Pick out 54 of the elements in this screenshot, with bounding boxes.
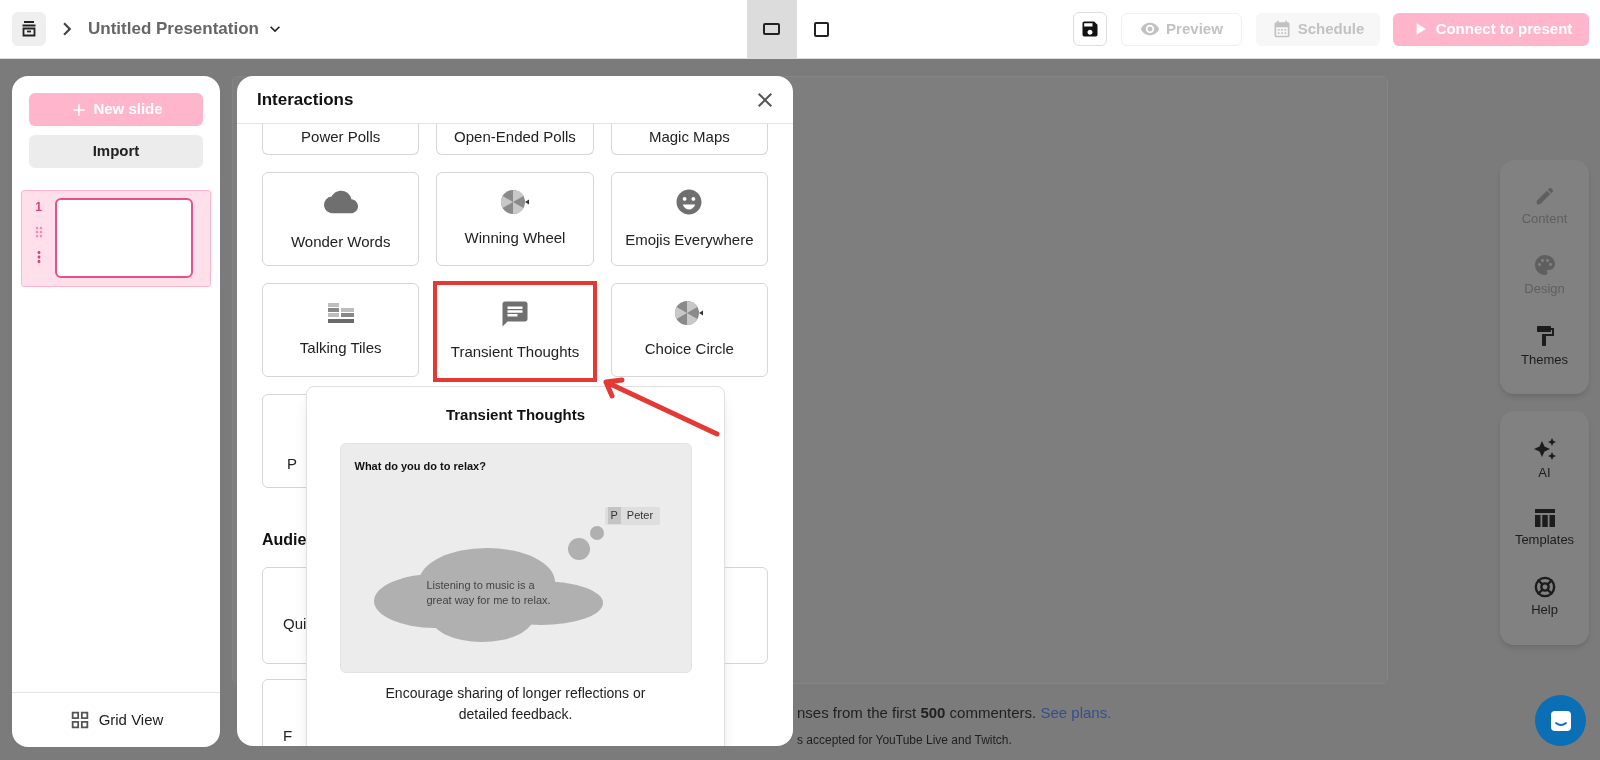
side-toolbar-item[interactable]: AI — [1500, 436, 1589, 483]
author-name: Peter — [626, 508, 655, 524]
interaction-card[interactable]: Talking Tiles — [262, 283, 420, 377]
import-button[interactable]: Import — [29, 135, 203, 168]
card-label: Talking Tiles — [299, 337, 382, 358]
card-label: Transient Thoughts — [450, 342, 580, 363]
chat-launcher[interactable] — [1535, 695, 1586, 746]
sparkles-icon — [1532, 436, 1557, 461]
interaction-card[interactable]: Choice Circle — [610, 283, 768, 377]
card-label: Choice Circle — [644, 338, 734, 359]
side-toolbar-item[interactable]: Help — [1500, 575, 1589, 620]
tiles-icon — [326, 300, 355, 325]
wheel-icon — [500, 188, 530, 215]
response-text: Listening to music is a great way for me to relax. — [426, 577, 552, 608]
interaction-card[interactable]: Open-Ended Polls — [436, 124, 594, 155]
interaction-card[interactable]: Power Polls — [262, 124, 420, 155]
interaction-card[interactable]: Wonder Words — [262, 172, 420, 266]
interaction-card[interactable]: Emojis Everywhere — [610, 172, 768, 266]
save-button[interactable] — [1072, 12, 1107, 46]
platform-notice: s accepted for YouTube Live and Twitch. — [797, 731, 1013, 749]
card-label: Emojis Everywhere — [625, 229, 754, 250]
home-button[interactable] — [12, 12, 46, 46]
card-label: P — [287, 454, 297, 474]
side-toolbar-item[interactable]: Templates — [1500, 508, 1589, 550]
slide-number: 1 — [35, 199, 42, 216]
archive-icon — [20, 20, 38, 38]
presentation-title[interactable]: Untitled Presentation — [88, 16, 285, 42]
interaction-card[interactable]: Magic Maps — [610, 124, 768, 155]
card-label: Magic Maps — [648, 127, 730, 147]
wheel-icon — [674, 299, 705, 326]
templates-icon — [1533, 508, 1556, 529]
view-mode-toggle[interactable] — [746, 0, 797, 58]
preview-question: What do you do to relax? — [354, 458, 486, 474]
interaction-card[interactable]: Winning Wheel — [436, 172, 594, 266]
section-heading: Audie — [262, 531, 307, 548]
interaction-card[interactable]: Transient Thoughts — [433, 281, 597, 382]
slide-item[interactable]: 1 — [21, 190, 211, 287]
side-toolbar-item[interactable]: Themes — [1500, 323, 1589, 370]
grid-view-button[interactable]: Grid View — [68, 708, 164, 732]
card-label: F — [283, 726, 293, 746]
preview-title: Transient Thoughts — [445, 405, 586, 425]
card-label: Qui — [283, 614, 307, 634]
dialog-title: Interactions — [257, 88, 354, 111]
card-label: Winning Wheel — [464, 227, 566, 248]
card-label: Power Polls — [301, 127, 381, 147]
chat-icon — [1549, 709, 1572, 732]
slide-thumbnail[interactable] — [55, 198, 193, 278]
author-initial: P — [607, 507, 621, 524]
help-icon — [1533, 575, 1556, 598]
response-limit-notice: nses from the first 500 commenters. See plans. — [797, 703, 1113, 723]
card-label: Open-Ended Polls — [454, 127, 576, 147]
palette-icon — [1532, 253, 1557, 278]
preview-description: Encourage sharing of longer reflections or detailed feedback. — [384, 683, 647, 724]
card-label: Wonder Words — [290, 231, 391, 252]
